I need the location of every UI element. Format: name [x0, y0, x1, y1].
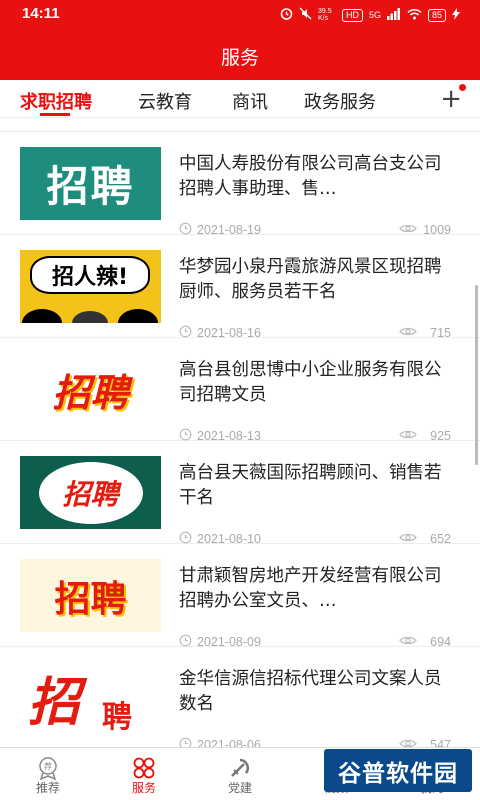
- mute-icon: [299, 7, 312, 23]
- signal-label: 5G: [368, 10, 381, 20]
- thumbnail-text: 招聘: [62, 477, 119, 511]
- item-title[interactable]: 甘肃颖智房地产开发经营有限公司招聘办公室文员、…: [179, 564, 453, 614]
- item-views: 547: [430, 738, 451, 747]
- charging-icon: [452, 7, 460, 23]
- watermark-logo: 谷普软件园: [324, 749, 472, 792]
- battery-level: 85: [427, 8, 446, 22]
- thumbnail-text: 招人辣!: [30, 256, 150, 294]
- thumbnail-text: 招: [28, 673, 81, 733]
- tab-jobs[interactable]: 求职招聘: [20, 88, 92, 114]
- clock-icon: [179, 737, 192, 747]
- watermark-text: 谷普软件园: [338, 760, 458, 787]
- thumbnail-text: 招聘: [46, 162, 135, 211]
- alarm-icon: [280, 7, 293, 23]
- item-thumbnail: 招聘: [20, 353, 161, 426]
- item-thumbnail: 招聘: [20, 147, 161, 220]
- thumbnail-text: 招聘: [52, 371, 129, 415]
- svg-text:荐: 荐: [44, 761, 52, 771]
- item-title[interactable]: 华梦园小泉丹霞旅游风景区现招聘厨师、服务员若干名: [179, 255, 453, 305]
- party-emblem-icon: [231, 758, 249, 777]
- notification-dot: [459, 84, 466, 91]
- item-thumbnail: 招聘: [20, 456, 161, 529]
- nav-label: 推荐: [35, 781, 60, 795]
- list-item[interactable]: 招聘 高台县天薇国际招聘顾问、销售若干名 2021-08-10 652: [0, 441, 480, 546]
- nav-label: 党建: [227, 781, 252, 795]
- item-title[interactable]: 高台县天薇国际招聘顾问、销售若干名: [179, 461, 453, 511]
- list-item[interactable]: 招聘 高台县创思博中小企业服务有限公司招聘文员 2021-08-13 925: [0, 338, 480, 443]
- active-tab-indicator: [40, 113, 70, 116]
- item-thumbnail: 招 聘: [20, 662, 161, 735]
- item-title[interactable]: 金华信源信招标代理公司文案人员数名: [179, 667, 453, 717]
- item-thumbnail: 招聘: [20, 559, 161, 632]
- eye-icon: [399, 738, 417, 747]
- nav-service[interactable]: 服务: [96, 748, 192, 800]
- category-tabs: 求职招聘 云教育 商讯 政务服务 +: [0, 80, 480, 118]
- item-title[interactable]: 中国人寿股份有限公司高台支公司招聘人事助理、售…: [179, 152, 453, 202]
- item-meta: 2021-08-06 547: [179, 737, 451, 747]
- nav-party-building[interactable]: 党建: [192, 748, 288, 800]
- list-item[interactable]: 招人辣! 华梦园小泉丹霞旅游风景区现招聘厨师、服务员若干名 2021-08-16…: [0, 235, 480, 340]
- thumbnail-text: 聘: [102, 700, 132, 735]
- item-date: 2021-08-06: [197, 738, 261, 747]
- nav-label: 服务: [131, 781, 156, 795]
- status-bar: 14:11 39.5 K/s HD 5G 85: [0, 0, 480, 30]
- item-thumbnail: 招人辣!: [20, 250, 161, 323]
- tab-government-services[interactable]: 政务服务: [304, 88, 376, 114]
- nav-recommend[interactable]: 荐 推荐: [0, 748, 96, 800]
- news-list[interactable]: 招聘 中国人寿股份有限公司高台支公司招聘人事助理、售… 2021-08-19 1…: [0, 118, 480, 747]
- recommend-icon: 荐: [39, 757, 57, 780]
- signal-bars-icon: [386, 7, 401, 23]
- net-speed: 39.5 K/s: [317, 8, 332, 22]
- status-icons: 39.5 K/s HD 5G 85: [280, 7, 460, 23]
- thumbnail-emblem: 招聘: [38, 461, 143, 524]
- list-scrollbar[interactable]: [475, 285, 478, 465]
- list-item-partial: [0, 118, 480, 132]
- cartoon-faces-icon: [22, 309, 158, 323]
- hd-badge: HD: [341, 8, 363, 22]
- status-time: 14:11: [22, 5, 60, 22]
- app-header: 服务: [0, 30, 480, 80]
- item-title[interactable]: 高台县创思博中小企业服务有限公司招聘文员: [179, 358, 453, 408]
- list-item[interactable]: 招 聘 金华信源信招标代理公司文案人员数名 2021-08-06 547: [0, 647, 480, 747]
- wifi-icon: [407, 8, 422, 23]
- page-title: 服务: [220, 47, 259, 69]
- service-grid-icon: [133, 757, 155, 779]
- tab-cloud-education[interactable]: 云教育: [138, 88, 192, 114]
- tab-business-news[interactable]: 商讯: [232, 88, 268, 114]
- list-item[interactable]: 招聘 中国人寿股份有限公司高台支公司招聘人事助理、售… 2021-08-19 1…: [0, 132, 480, 237]
- thumbnail-text: 招聘: [54, 578, 127, 620]
- list-item[interactable]: 招聘 甘肃颖智房地产开发经营有限公司招聘办公室文员、… 2021-08-09 6…: [0, 544, 480, 649]
